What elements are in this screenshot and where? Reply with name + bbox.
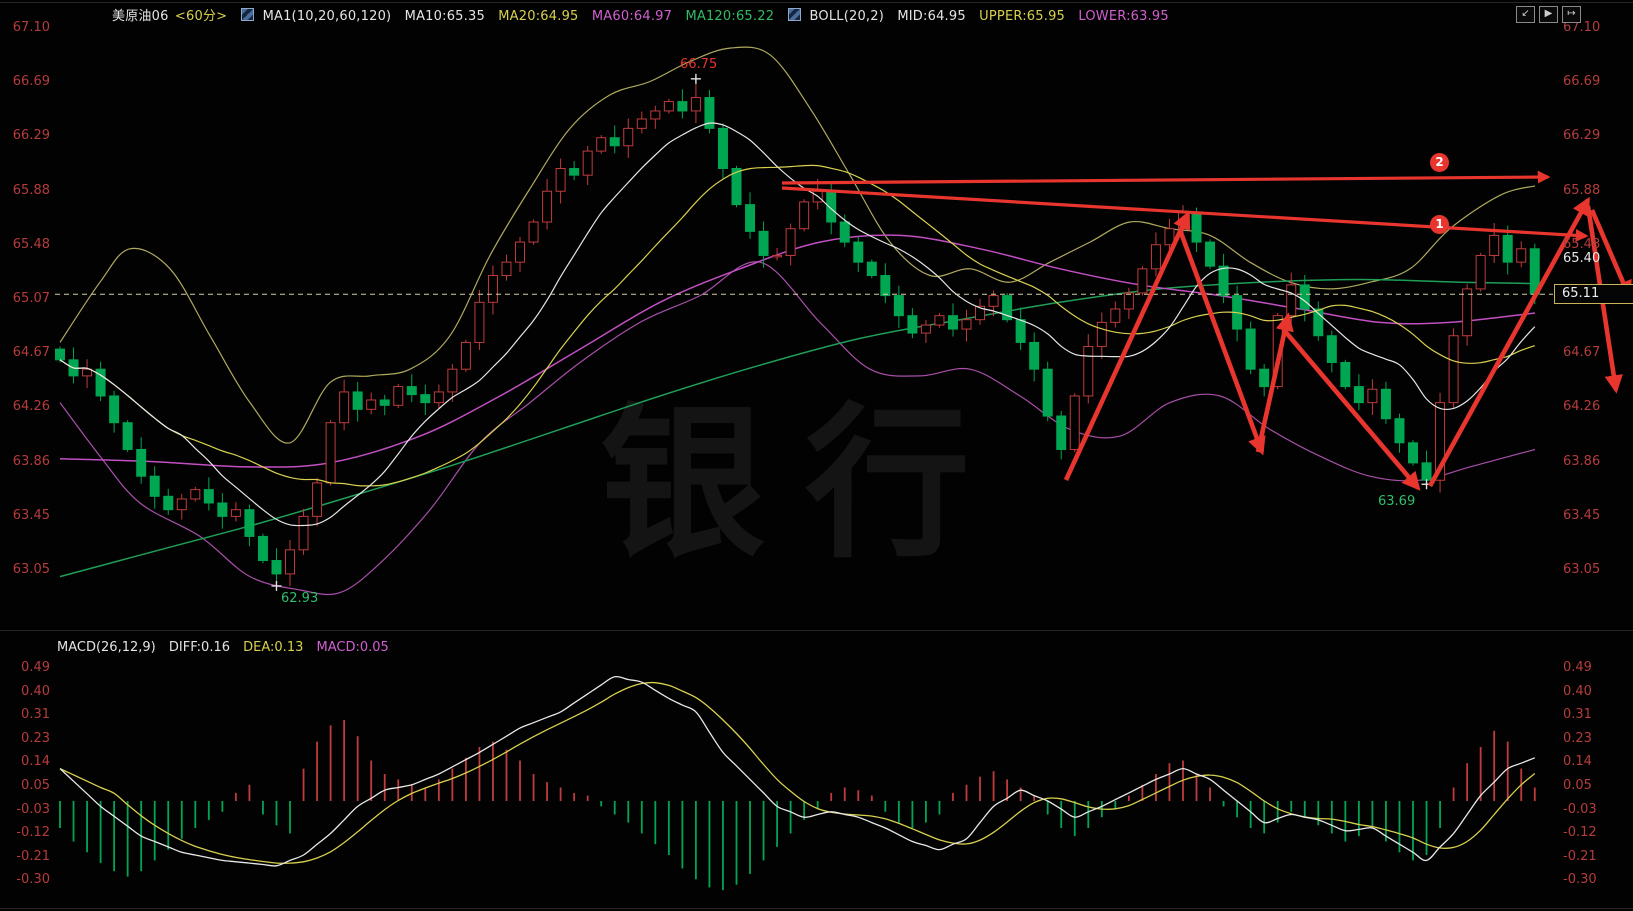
- axis-tick-label: 0.05: [1563, 778, 1592, 793]
- axis-tick-label: 63.45: [6, 508, 50, 523]
- axis-tick-label: 64.67: [1563, 345, 1600, 360]
- axis-tick-label: 0.31: [1563, 707, 1592, 722]
- macd-dea-value: DEA:0.13: [243, 640, 303, 655]
- main-indicator-header: 美原油06 <60分> MA1(10,20,60,120) MA10:65.35…: [112, 5, 1178, 24]
- axis-tick-label: 0.14: [1563, 754, 1592, 769]
- annotation-circle-1[interactable]: 1: [1430, 215, 1449, 234]
- chart-canvas: [0, 0, 1633, 911]
- ma20-value: MA20:64.95: [498, 9, 578, 24]
- candles-layer: [56, 75, 1540, 586]
- right-axis-extra-label: 65.40: [1563, 251, 1600, 266]
- axis-tick-label: 67.10: [6, 20, 50, 35]
- play-forward-icon[interactable]: ▶: [1539, 6, 1558, 23]
- shift-right-icon[interactable]: ↦: [1562, 6, 1581, 23]
- axis-tick-label: -0.30: [1563, 872, 1597, 887]
- ma60-value: MA60:64.97: [592, 9, 672, 24]
- axis-tick-label: 0.14: [6, 754, 50, 769]
- extreme-cross-markers: [271, 74, 1431, 591]
- axis-tick-label: 64.26: [1563, 399, 1600, 414]
- boll-label: BOLL(20,2): [810, 9, 885, 24]
- axis-tick-label: 0.49: [6, 660, 50, 675]
- ma-group-label: MA1(10,20,60,120): [263, 9, 392, 24]
- macd-diff-value: DIFF:0.16: [169, 640, 230, 655]
- axis-tick-label: 65.88: [1563, 183, 1600, 198]
- dea-line: [60, 683, 1535, 864]
- axis-tick-label: -0.12: [6, 825, 50, 840]
- boll-upper-value: UPPER:65.95: [979, 9, 1065, 24]
- axis-tick-label: 66.29: [1563, 128, 1600, 143]
- axis-tick-label: 63.86: [1563, 454, 1600, 469]
- diff-line: [60, 677, 1535, 866]
- axis-tick-label: 0.23: [6, 731, 50, 746]
- macd-indicator-header: MACD(26,12,9) DIFF:0.16 DEA:0.13 MACD:0.…: [57, 640, 398, 655]
- boll-mid-value: MID:64.95: [897, 9, 965, 24]
- boll-upper-line: [60, 47, 1535, 443]
- axis-tick-label: 66.69: [6, 74, 50, 89]
- axis-tick-label: 66.29: [6, 128, 50, 143]
- trading-chart-window: 银行 美原油06 <60分> MA1(10,20,60,120) MA10:65…: [0, 0, 1633, 911]
- macd-formula-label: MACD(26,12,9): [57, 640, 156, 655]
- axis-tick-label: 65.07: [6, 291, 50, 306]
- axis-tick-label: -0.03: [1563, 802, 1597, 817]
- axis-tick-label: -0.21: [6, 849, 50, 864]
- axis-tick-label: 0.23: [1563, 731, 1592, 746]
- axis-tick-label: 64.26: [6, 399, 50, 414]
- axis-tick-label: -0.03: [6, 802, 50, 817]
- axis-tick-label: 0.40: [6, 684, 50, 699]
- axis-tick-label: 65.48: [6, 237, 50, 252]
- ma60-line: [60, 235, 1535, 467]
- boll-toggle-icon[interactable]: [788, 8, 801, 21]
- indicator-toggle-icon[interactable]: [241, 8, 254, 21]
- high-price-annotation: 66.75: [680, 57, 717, 72]
- timeframe-label[interactable]: <60分>: [175, 9, 227, 24]
- ma120-value: MA120:65.22: [685, 9, 774, 24]
- axis-tick-label: 0.40: [1563, 684, 1592, 699]
- axis-tick-label: 63.86: [6, 454, 50, 469]
- macd-value: MACD:0.05: [317, 640, 389, 655]
- axis-tick-label: 63.05: [6, 562, 50, 577]
- low-price-annotation-b: 63.69: [1378, 494, 1415, 509]
- collapse-panel-icon[interactable]: ↙: [1516, 6, 1535, 23]
- axis-tick-label: -0.12: [1563, 825, 1597, 840]
- axis-tick-label: 66.69: [1563, 74, 1600, 89]
- boll-lower-value: LOWER:63.95: [1078, 9, 1169, 24]
- axis-tick-label: -0.30: [6, 872, 50, 887]
- axis-tick-label: 0.31: [6, 707, 50, 722]
- axis-tick-label: 63.45: [1563, 508, 1600, 523]
- axis-tick-label: 63.05: [1563, 562, 1600, 577]
- axis-tick-label: 65.88: [6, 183, 50, 198]
- axis-tick-label: 65.48: [1563, 237, 1600, 252]
- ma10-value: MA10:65.35: [405, 9, 485, 24]
- chart-toolbar: ↙ ▶ ↦: [1516, 6, 1581, 23]
- axis-tick-label: -0.21: [1563, 849, 1597, 864]
- symbol-title: 美原油06: [112, 9, 169, 24]
- axis-tick-label: 0.05: [6, 778, 50, 793]
- annotation-circle-2[interactable]: 2: [1430, 153, 1449, 172]
- axis-tick-label: 64.67: [6, 345, 50, 360]
- low-price-annotation-a: 62.93: [281, 591, 318, 606]
- axis-tick-label: 0.49: [1563, 660, 1592, 675]
- last-price-box: 65.11: [1554, 284, 1633, 304]
